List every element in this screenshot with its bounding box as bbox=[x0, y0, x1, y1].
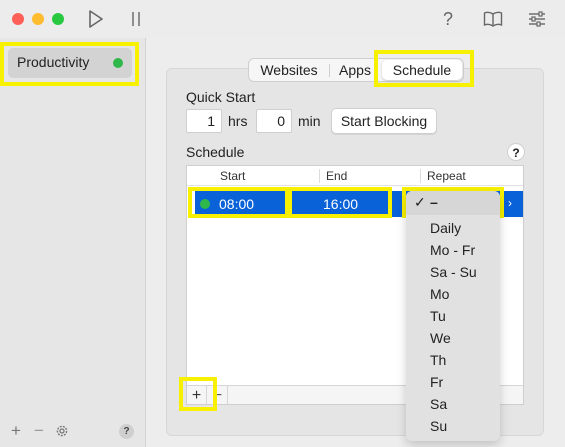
column-divider bbox=[319, 169, 320, 183]
repeat-option[interactable]: Mo bbox=[406, 283, 500, 305]
sidebar-item-productivity[interactable]: Productivity bbox=[8, 48, 132, 78]
column-header-start[interactable]: Start bbox=[220, 166, 245, 186]
sliders-icon bbox=[529, 11, 545, 27]
hours-input[interactable]: 1 bbox=[186, 109, 222, 133]
active-status-dot bbox=[113, 58, 123, 68]
help-button[interactable]: ? bbox=[438, 8, 458, 30]
title-bar: ? bbox=[0, 0, 565, 38]
question-icon: ? bbox=[123, 426, 130, 437]
column-header-repeat[interactable]: Repeat bbox=[427, 166, 466, 186]
main-content: Websites Apps Schedule Quick Start 1 hrs… bbox=[146, 38, 565, 447]
question-icon: ? bbox=[442, 8, 453, 29]
repeat-option[interactable]: Th bbox=[406, 349, 500, 371]
add-list-button[interactable]: + bbox=[9, 421, 23, 440]
tab-websites[interactable]: Websites bbox=[249, 59, 329, 81]
close-window-button[interactable] bbox=[12, 13, 24, 25]
column-divider bbox=[420, 169, 421, 183]
repeat-option[interactable]: Mo - Fr bbox=[406, 239, 500, 261]
question-icon: ? bbox=[512, 146, 520, 160]
repeat-option[interactable]: Daily bbox=[406, 217, 500, 239]
repeat-option[interactable]: Sa - Su bbox=[406, 261, 500, 283]
schedule-help-button[interactable]: ? bbox=[507, 143, 525, 161]
play-icon bbox=[89, 10, 103, 28]
minimize-window-button[interactable] bbox=[32, 13, 44, 25]
repeat-option[interactable]: Fr bbox=[406, 371, 500, 393]
pause-button[interactable] bbox=[126, 9, 146, 29]
guide-button[interactable] bbox=[482, 9, 504, 29]
repeat-option-label: – bbox=[430, 194, 438, 210]
start-blocking-button[interactable]: Start Blocking bbox=[331, 108, 437, 134]
schedule-title: Schedule bbox=[186, 144, 245, 160]
repeat-option[interactable]: Tu bbox=[406, 305, 500, 327]
sidebar-help-button[interactable]: ? bbox=[119, 424, 134, 439]
repeat-option[interactable]: We bbox=[406, 327, 500, 349]
settings-button[interactable] bbox=[526, 9, 548, 29]
add-button-highlight bbox=[179, 377, 217, 411]
quick-start-title: Quick Start bbox=[186, 89, 256, 105]
tab-schedule-highlight bbox=[374, 50, 474, 87]
minus-icon: − bbox=[34, 421, 44, 440]
table-header: Start End Repeat bbox=[187, 166, 523, 186]
end-cell-highlight bbox=[288, 187, 392, 218]
plus-icon: + bbox=[11, 421, 21, 440]
minutes-unit-label: min bbox=[298, 113, 321, 129]
start-cell-highlight bbox=[188, 187, 289, 218]
sidebar: Productivity + − ? bbox=[0, 38, 146, 447]
hours-unit-label: hrs bbox=[228, 113, 248, 129]
list-settings-button[interactable] bbox=[54, 423, 70, 439]
chevron-icon: › bbox=[508, 196, 512, 210]
zoom-window-button[interactable] bbox=[52, 13, 64, 25]
column-header-end[interactable]: End bbox=[326, 166, 347, 186]
checkmark-icon: ✓ bbox=[414, 194, 426, 210]
sidebar-item-label: Productivity bbox=[17, 54, 90, 70]
pause-icon bbox=[132, 12, 140, 26]
gear-icon bbox=[56, 425, 68, 437]
tab-apps[interactable]: Apps bbox=[330, 59, 380, 81]
repeat-options-list: Daily Mo - Fr Sa - Su Mo Tu We Th Fr Sa … bbox=[406, 217, 500, 437]
minutes-input[interactable]: 0 bbox=[256, 109, 292, 133]
repeat-option[interactable]: Su bbox=[406, 415, 500, 437]
repeat-option[interactable]: Sa bbox=[406, 393, 500, 415]
repeat-option-selected[interactable]: ✓ – bbox=[406, 191, 500, 215]
book-icon bbox=[483, 11, 503, 27]
remove-list-button[interactable]: − bbox=[32, 421, 46, 440]
play-button[interactable] bbox=[86, 9, 106, 29]
repeat-dropdown-menu: ✓ – Daily Mo - Fr Sa - Su Mo Tu We Th Fr… bbox=[406, 191, 500, 441]
